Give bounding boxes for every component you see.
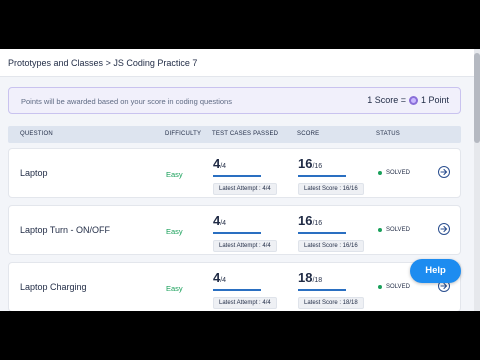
- header-difficulty: DIFFICULTY: [165, 131, 202, 137]
- status-dot-icon: [378, 285, 382, 289]
- breadcrumb: Prototypes and Classes > JS Coding Pract…: [0, 49, 474, 77]
- score-value: 16: [298, 213, 313, 228]
- test-cases-metric: 4/4 Latest Attempt : 4/4: [213, 155, 277, 195]
- score-metric: 16/16 Latest Score : 16/16: [298, 155, 364, 195]
- status-badge: SOLVED: [378, 170, 410, 176]
- latest-score-tag: Latest Score : 16/16: [298, 183, 364, 195]
- latest-attempt-tag: Latest Attempt : 4/4: [213, 297, 277, 309]
- latest-attempt-tag: Latest Attempt : 4/4: [213, 183, 277, 195]
- latest-score-tag: Latest Score : 16/16: [298, 240, 364, 252]
- score-conversion: 1 Score = 1 Point: [367, 95, 449, 105]
- score-value: 18: [298, 270, 313, 285]
- question-title[interactable]: Laptop: [20, 168, 48, 178]
- status-text: SOLVED: [386, 170, 410, 176]
- score-conversion-left: 1 Score =: [367, 95, 406, 105]
- breadcrumb-current: JS Coding Practice 7: [113, 58, 198, 68]
- difficulty-label: Easy: [166, 227, 183, 236]
- score-progress-bar: [298, 232, 346, 234]
- breadcrumb-parent[interactable]: Prototypes and Classes: [8, 58, 103, 68]
- status-badge: SOLVED: [378, 284, 410, 290]
- header-status: STATUS: [376, 131, 400, 137]
- header-score: SCORE: [297, 131, 320, 137]
- score-total: /16: [312, 163, 323, 170]
- header-test-cases: TEST CASES PASSED: [212, 131, 279, 137]
- test-cases-total: /4: [220, 220, 227, 227]
- score-progress-bar: [298, 289, 346, 291]
- test-cases-progress-bar: [213, 175, 261, 177]
- score-progress-bar: [298, 175, 346, 177]
- status-badge: SOLVED: [378, 227, 410, 233]
- question-row[interactable]: Laptop Turn - ON/OFF Easy 4/4 Latest Att…: [8, 205, 461, 255]
- difficulty-label: Easy: [166, 170, 183, 179]
- latest-attempt-tag: Latest Attempt : 4/4: [213, 240, 277, 252]
- arrow-right-circle-icon[interactable]: [438, 166, 450, 178]
- status-dot-icon: [378, 228, 382, 232]
- status-text: SOLVED: [386, 284, 410, 290]
- latest-score-tag: Latest Score : 18/18: [298, 297, 364, 309]
- question-title[interactable]: Laptop Turn - ON/OFF: [20, 225, 110, 235]
- score-total: /18: [312, 277, 323, 284]
- score-total: /16: [312, 220, 323, 227]
- scrollbar[interactable]: [474, 49, 480, 311]
- test-cases-total: /4: [220, 277, 227, 284]
- test-cases-progress-bar: [213, 289, 261, 291]
- status-dot-icon: [378, 171, 382, 175]
- score-metric: 18/18 Latest Score : 18/18: [298, 269, 364, 309]
- points-banner-text: Points will be awarded based on your sco…: [21, 97, 232, 106]
- arrow-right-circle-icon[interactable]: [438, 223, 450, 235]
- score-metric: 16/16 Latest Score : 16/16: [298, 212, 364, 252]
- test-cases-metric: 4/4 Latest Attempt : 4/4: [213, 212, 277, 252]
- question-row[interactable]: Laptop Charging Easy 4/4 Latest Attempt …: [8, 262, 461, 311]
- difficulty-label: Easy: [166, 284, 183, 293]
- test-cases-total: /4: [220, 163, 227, 170]
- question-title[interactable]: Laptop Charging: [20, 282, 87, 292]
- status-text: SOLVED: [386, 227, 410, 233]
- points-banner: Points will be awarded based on your sco…: [8, 87, 461, 114]
- header-question: QUESTION: [20, 131, 53, 137]
- scrollbar-thumb[interactable]: [474, 53, 480, 143]
- score-conversion-right: 1 Point: [420, 95, 449, 105]
- score-value: 16: [298, 156, 313, 171]
- table-header: QUESTION DIFFICULTY TEST CASES PASSED SC…: [8, 126, 461, 143]
- coin-icon: [408, 95, 418, 105]
- question-row[interactable]: Laptop Easy 4/4 Latest Attempt : 4/4 16/…: [8, 148, 461, 198]
- breadcrumb-separator: >: [105, 58, 111, 68]
- test-cases-metric: 4/4 Latest Attempt : 4/4: [213, 269, 277, 309]
- help-button[interactable]: Help: [410, 259, 461, 283]
- app-screen: Prototypes and Classes > JS Coding Pract…: [0, 49, 480, 311]
- test-cases-progress-bar: [213, 232, 261, 234]
